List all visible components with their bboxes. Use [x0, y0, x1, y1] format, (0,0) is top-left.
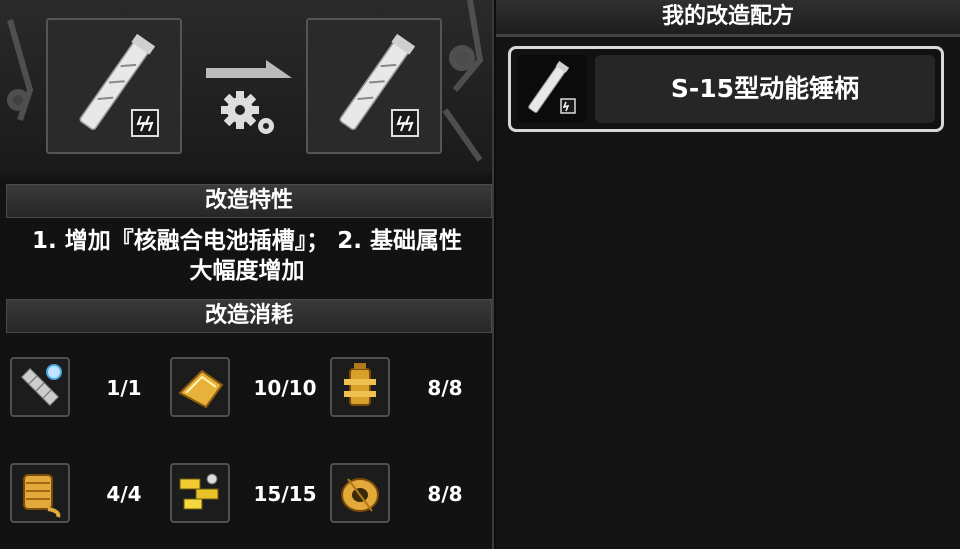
material-count-2: 10/10	[253, 376, 317, 400]
hammer-handle-icon	[79, 33, 159, 137]
mechanical-arm-icon	[20, 364, 62, 407]
hammer-handle-icon	[339, 33, 419, 137]
cost-header: 改造消耗	[6, 299, 492, 333]
recipe-item-icon-frame	[517, 55, 587, 123]
gold-parts-icon	[179, 473, 219, 510]
source-item-slot[interactable]	[46, 18, 182, 154]
upgrade-arrow-gear-icon	[206, 60, 292, 134]
material-count-6: 8/8	[427, 482, 463, 506]
wire-spool-icon	[23, 474, 61, 518]
traits-line-2: 大幅度增加	[189, 258, 305, 284]
upgrade-panel: 改造特性 1. 增加『核融合电池插槽』； 2. 基础属性 大幅度增加 改造消耗 …	[0, 0, 494, 549]
material-count-5: 15/15	[253, 482, 317, 506]
traits-line-1: 1. 增加『核融合电池插槽』； 2. 基础属性	[31, 228, 462, 254]
hammer-handle-icon	[528, 60, 576, 114]
material-slot-6[interactable]	[330, 463, 390, 523]
material-count-3: 8/8	[427, 376, 463, 400]
traits-description: 1. 增加『核融合电池插槽』； 2. 基础属性 大幅度增加	[0, 226, 494, 286]
result-item-slot[interactable]	[306, 18, 442, 154]
traits-header: 改造特性	[6, 184, 492, 218]
material-slot-1[interactable]	[10, 357, 70, 417]
material-count-1: 1/1	[106, 376, 142, 400]
recipe-panel: 我的改造配方 S-15型动能锤柄	[496, 0, 960, 549]
coil-roll-icon	[341, 478, 379, 512]
material-count-4: 4/4	[106, 482, 142, 506]
gold-plate-icon	[178, 369, 224, 409]
recipe-item-name: S-15型动能锤柄	[595, 55, 935, 123]
recipe-panel-title: 我的改造配方	[496, 0, 960, 37]
material-slot-5[interactable]	[170, 463, 230, 523]
recipe-list-item[interactable]: S-15型动能锤柄	[508, 46, 944, 132]
material-slot-2[interactable]	[170, 357, 230, 417]
golden-core-icon	[344, 363, 376, 406]
material-slot-3[interactable]	[330, 357, 390, 417]
material-slot-4[interactable]	[10, 463, 70, 523]
